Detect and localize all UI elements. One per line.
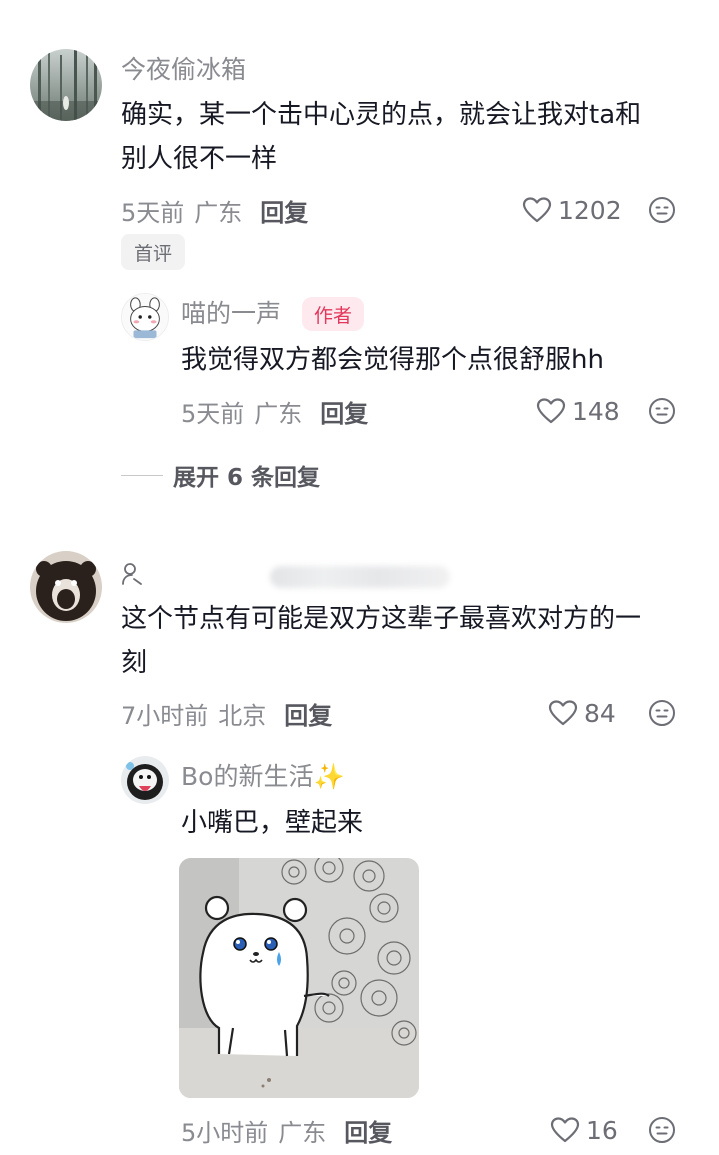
heart-outline-icon [536,398,566,424]
expand-replies-label: 展开 6 条回复 [173,465,321,491]
emoji-face-icon[interactable] [648,196,676,224]
reply-button[interactable]: 回复 [260,193,308,228]
reply-text: 小嘴巴，壁起来 [181,808,364,838]
heart-outline-icon [550,1117,580,1143]
comment-text: 这个节点有可能是双方这辈子最喜欢对方的一 [121,604,642,634]
comment-text: 刻 [121,648,148,678]
reply-text: 我觉得双方都会觉得那个点很舒服hh [181,345,604,375]
heart-outline-icon [548,700,578,726]
location: 广东 [194,198,243,227]
divider [121,474,163,476]
avatar[interactable] [30,49,102,121]
reply-button[interactable]: 回复 [320,394,368,429]
like-button[interactable]: 148 [536,394,620,428]
comment-text: 别人很不一样 [121,144,278,174]
timestamp: 5天前 [181,399,245,428]
username-redacted [270,566,450,588]
avatar[interactable] [121,756,169,804]
reply-button[interactable]: 回复 [284,696,332,731]
timestamp: 7小时前 [121,701,209,730]
author-badge: 作者 [302,297,365,331]
timestamp: 5天前 [121,198,185,227]
expand-replies-button[interactable]: 展开 6 条回复 [121,458,320,492]
reply-button[interactable]: 回复 [344,1113,392,1148]
user-outline-icon [121,562,143,586]
like-button[interactable]: 16 [550,1113,618,1147]
location: 广东 [254,399,303,428]
avatar[interactable] [30,551,102,623]
like-count: 148 [572,396,620,426]
emoji-face-icon[interactable] [648,1116,676,1144]
reply-meta: 5小时前 广东 回复 [181,1113,392,1147]
like-count: 1202 [558,195,622,225]
comment-meta: 7小时前 北京 回复 [121,696,332,730]
emoji-face-icon[interactable] [648,397,676,425]
location: 广东 [278,1118,327,1147]
first-comment-tag: 首评 [121,234,185,270]
comment-meta: 5天前 广东 回复 [121,193,308,227]
like-count: 16 [586,1115,618,1145]
sticker-image[interactable] [179,858,419,1098]
username[interactable]: Bo的新生活✨ [181,761,345,793]
username[interactable]: 今夜偷冰箱 [121,54,246,86]
location: 北京 [218,701,267,730]
reply-meta: 5天前 广东 回复 [181,394,368,428]
emoji-face-icon[interactable] [648,699,676,727]
like-button[interactable]: 84 [548,696,616,730]
username[interactable]: 喵的一声 [181,298,281,330]
avatar[interactable] [121,293,169,341]
like-count: 84 [584,698,616,728]
comment-text: 确实，某一个击中心灵的点，就会让我对ta和 [121,100,642,130]
like-button[interactable]: 1202 [522,193,622,227]
heart-outline-icon [522,197,552,223]
timestamp: 5小时前 [181,1118,269,1147]
